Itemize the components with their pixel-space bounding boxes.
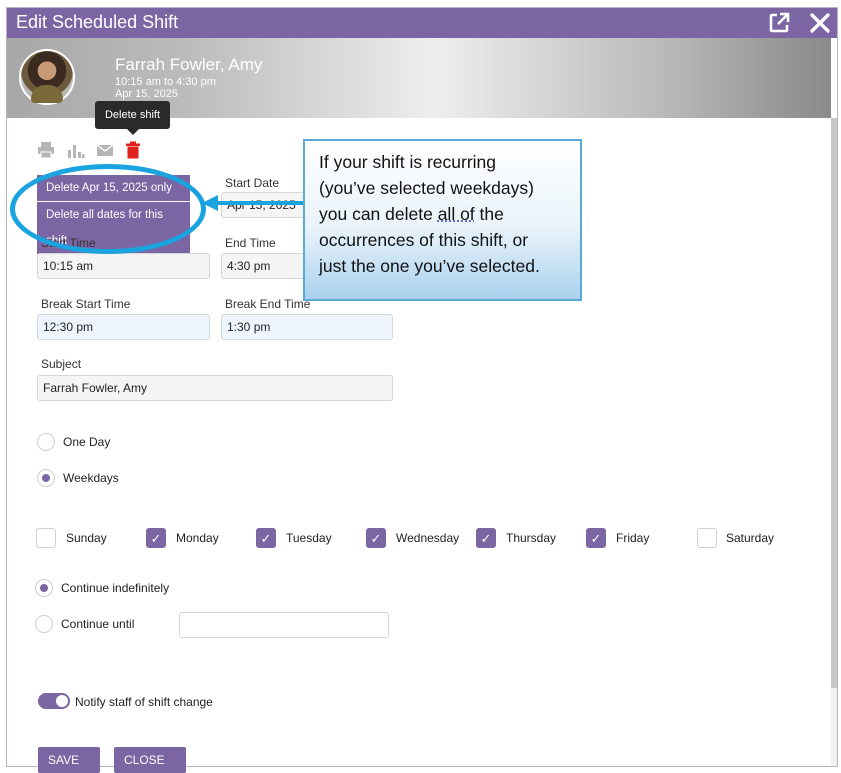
callout-line-1: If your shift is recurring	[319, 152, 496, 172]
break-start-field[interactable]: 12:30 pm	[37, 314, 210, 340]
saturday-checkbox[interactable]	[697, 528, 717, 548]
close-icon[interactable]	[807, 10, 833, 36]
monday-checkbox[interactable]: ✓	[146, 528, 166, 548]
one-day-label: One Day	[63, 435, 111, 449]
continue-until-radio[interactable]	[35, 615, 53, 633]
delete-shift-tooltip: Delete shift	[95, 101, 170, 135]
callout-text: you can delete	[319, 204, 438, 224]
start-date-label: Start Date	[225, 176, 280, 190]
callout-line-4: occurrences of this shift, or	[319, 230, 529, 250]
subject-label: Subject	[41, 357, 82, 371]
popout-icon[interactable]	[767, 11, 791, 35]
callout-text: the	[474, 204, 504, 224]
sunday-checkbox[interactable]	[36, 528, 56, 548]
friday-label: Friday	[616, 531, 650, 545]
callout-line-3: you can delete all of the	[319, 201, 568, 227]
thursday-label: Thursday	[506, 531, 557, 545]
break-start-label: Break Start Time	[41, 297, 131, 311]
pointer-arrow-icon	[202, 195, 304, 211]
avatar	[19, 49, 75, 105]
thursday-checkbox[interactable]: ✓	[476, 528, 496, 548]
shift-time-range: 10:15 am to 4:30 pm	[115, 76, 216, 88]
tuesday-checkbox[interactable]: ✓	[256, 528, 276, 548]
scrollbar-thumb[interactable]	[831, 118, 837, 688]
highlight-ring	[10, 164, 206, 254]
dialog-title: Edit Scheduled Shift	[16, 12, 179, 32]
sunday-label: Sunday	[66, 531, 107, 545]
break-end-field[interactable]: 1:30 pm	[221, 314, 393, 340]
continue-until-field[interactable]	[179, 612, 389, 638]
callout-line-5: just the one you’ve selected.	[319, 256, 540, 276]
continue-indefinitely-label: Continue indefinitely	[61, 581, 170, 595]
saturday-label: Saturday	[726, 531, 775, 545]
monday-label: Monday	[176, 531, 219, 545]
continue-until-label: Continue until	[61, 617, 135, 631]
weekdays-radio[interactable]	[37, 469, 55, 487]
end-time-label: End Time	[225, 236, 276, 250]
scrollbar[interactable]	[831, 118, 837, 766]
notify-label: Notify staff of shift change	[75, 695, 213, 709]
wednesday-checkbox[interactable]: ✓	[366, 528, 386, 548]
start-time-field[interactable]: 10:15 am	[37, 253, 210, 279]
notify-toggle[interactable]	[38, 693, 70, 709]
employee-name: Farrah Fowler, Amy	[115, 55, 263, 74]
chart-icon[interactable]	[67, 141, 85, 159]
continue-indefinitely-radio[interactable]	[35, 579, 53, 597]
callout-emphasis: all of	[437, 204, 475, 224]
one-day-radio[interactable]	[37, 433, 55, 451]
friday-checkbox[interactable]: ✓	[586, 528, 606, 548]
subject-field[interactable]: Farrah Fowler, Amy	[37, 375, 393, 401]
trash-icon[interactable]	[124, 141, 142, 159]
weekdays-label: Weekdays	[63, 471, 119, 485]
print-icon[interactable]	[37, 141, 55, 159]
wednesday-label: Wednesday	[396, 531, 460, 545]
callout-line-2: (you’ve selected weekdays)	[319, 178, 534, 198]
save-button[interactable]: SAVE	[38, 747, 100, 773]
email-icon[interactable]	[96, 141, 114, 159]
dialog-titlebar: Edit Scheduled Shift	[7, 8, 837, 38]
shift-date: Apr 15, 2025	[115, 88, 178, 100]
annotation-callout: If your shift is recurring (you’ve selec…	[303, 139, 582, 301]
break-end-label: Break End Time	[225, 297, 311, 311]
close-button[interactable]: CLOSE	[114, 747, 186, 773]
tuesday-label: Tuesday	[286, 531, 332, 545]
